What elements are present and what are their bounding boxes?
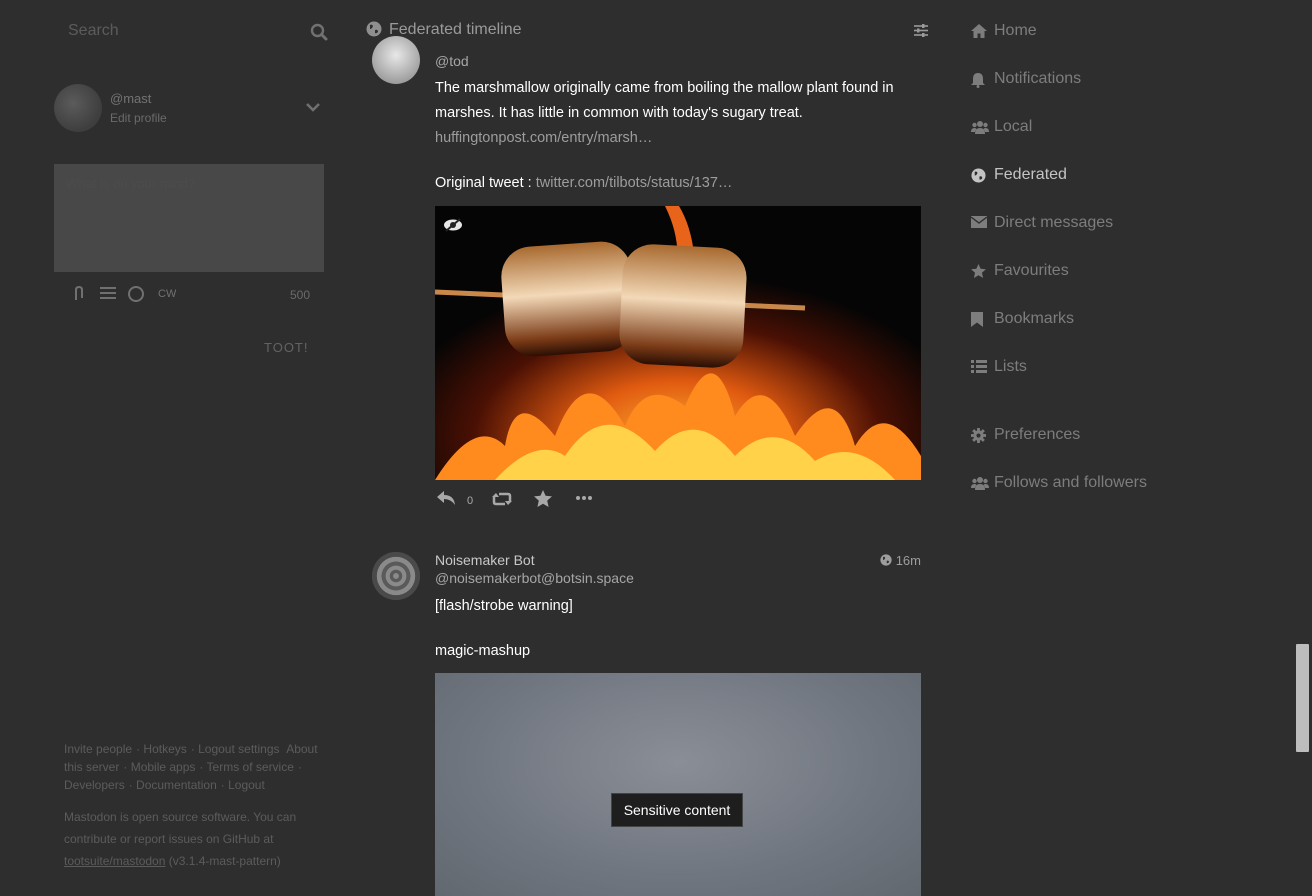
star-icon[interactable]	[534, 490, 552, 507]
globe-icon	[971, 168, 986, 183]
boost-icon[interactable]	[492, 492, 512, 506]
nav-item-label: Bookmarks	[994, 310, 1075, 327]
compose-toolbar: CW 500	[54, 284, 324, 306]
footer-link[interactable]: Logout	[228, 778, 265, 792]
character-counter: 500	[289, 288, 310, 302]
nav-item-local[interactable]: Local	[968, 116, 1228, 140]
envelope-icon	[971, 216, 987, 228]
bookmark-icon	[971, 312, 983, 327]
status-time[interactable]: 16m	[880, 553, 921, 568]
chevron-down-icon[interactable]	[306, 102, 320, 112]
svg-text:CW: CW	[158, 288, 176, 300]
users-icon	[971, 120, 989, 134]
edit-profile-link[interactable]: Edit profile	[110, 111, 167, 125]
nav-item-label: Preferences	[994, 426, 1081, 443]
footer-link[interactable]: Terms of service	[207, 760, 294, 774]
status-actions: 0	[435, 490, 635, 512]
footer-links: Invite people · Hotkeys · Logout settings …	[64, 742, 318, 792]
nav-item-direct-messages[interactable]: Direct messages	[968, 212, 1228, 236]
ellipsis-icon[interactable]	[576, 496, 592, 500]
nav-item-preferences[interactable]: Preferences	[968, 424, 1228, 448]
status-card[interactable]: Noisemaker Bot @noisemakerbot@botsin.spa…	[372, 550, 922, 896]
status-account[interactable]: @tod	[435, 53, 469, 69]
nav-item-label: Notifications	[994, 70, 1082, 87]
status-text-line: marshes. It has little in common with to…	[435, 105, 803, 121]
users-icon	[971, 476, 989, 490]
nav-item-home[interactable]: Home	[968, 20, 1228, 44]
version-text: (v3.1.4-mast-pattern)	[168, 854, 281, 868]
nav-item-label: Direct messages	[994, 214, 1114, 231]
nav-item-label: Home	[994, 22, 1037, 39]
footer-link[interactable]: Hotkeys	[143, 742, 186, 756]
avatar[interactable]	[372, 552, 420, 600]
footer-link[interactable]: Invite people	[64, 742, 132, 756]
nav-item-favourites[interactable]: Favourites	[968, 260, 1228, 284]
left-column: @mast Edit profile CW 500 TOOT! Invite p…	[54, 0, 328, 896]
nav-item-label: Local	[994, 118, 1033, 135]
compose-textarea[interactable]	[54, 164, 324, 272]
nav-item-lists[interactable]: Lists	[968, 356, 1228, 380]
reply-count: 0	[467, 495, 474, 507]
footer-note: Mastodon is open source software. You ca…	[64, 806, 324, 872]
globe-icon[interactable]	[128, 286, 144, 302]
column-title: Federated timeline	[389, 21, 522, 38]
nav-item-label: Favourites	[994, 262, 1069, 279]
globe-icon	[880, 554, 892, 566]
eye-slash-icon[interactable]	[443, 218, 463, 232]
original-tweet-label: Original tweet :	[435, 175, 532, 191]
search-bar	[54, 14, 330, 48]
search-icon[interactable]	[310, 23, 328, 41]
status-text-line: magic-mashup	[435, 643, 531, 659]
status-link[interactable]: huffingtonpost.com/entry/marsh…	[435, 126, 915, 151]
account-handle[interactable]: @mast	[110, 91, 151, 106]
nav-item-label: Federated	[994, 166, 1067, 183]
nav-item-follows-and-followers[interactable]: Follows and followers	[968, 472, 1228, 496]
toot-button[interactable]: TOOT!	[264, 340, 308, 355]
original-tweet-link[interactable]: twitter.com/tilbots/status/137…	[536, 175, 733, 191]
status-content: The marshmallow originally came from boi…	[435, 76, 915, 196]
content-warning-icon[interactable]: CW	[158, 286, 176, 300]
status-content: [flash/strobe warning] magic-mashup	[435, 594, 915, 664]
star-icon	[971, 264, 986, 278]
sliders-icon[interactable]	[914, 24, 928, 37]
column-header: Federated timeline	[366, 18, 932, 46]
nav-item-federated[interactable]: Federated	[968, 164, 1228, 188]
footer-note-text: Mastodon is open source software. You ca…	[64, 810, 297, 846]
search-input[interactable]	[54, 14, 308, 48]
reply-icon[interactable]	[436, 490, 456, 506]
account-panel: @mast Edit profile	[54, 84, 324, 134]
status-text-line: [flash/strobe warning]	[435, 598, 573, 614]
status-time-text: 16m	[895, 553, 921, 568]
poll-icon[interactable]	[100, 286, 116, 300]
status-account[interactable]: @noisemakerbot@botsin.space	[435, 570, 634, 586]
footer-link[interactable]: Documentation	[136, 778, 217, 792]
list-icon	[971, 360, 987, 373]
avatar[interactable]	[54, 84, 102, 132]
sensitive-media[interactable]: Sensitive content	[435, 673, 921, 896]
github-link[interactable]: tootsuite/mastodon	[64, 854, 165, 868]
paperclip-icon[interactable]	[72, 286, 86, 302]
compose-box	[54, 164, 324, 272]
gear-icon	[971, 428, 986, 443]
nav-item-notifications[interactable]: Notifications	[968, 68, 1228, 92]
nav-item-bookmarks[interactable]: Bookmarks	[968, 308, 1228, 332]
home-icon	[971, 24, 987, 38]
globe-icon	[366, 21, 382, 37]
sensitive-content-button[interactable]: Sensitive content	[611, 793, 743, 827]
footer-link[interactable]: Mobile apps	[131, 760, 196, 774]
footer-link[interactable]: Logout settings	[198, 742, 279, 756]
status-card[interactable]: @tod The marshmallow originally came fro…	[372, 36, 922, 516]
nav-item-label: Lists	[994, 358, 1027, 375]
nav-item-label: Follows and followers	[994, 474, 1147, 491]
media-image[interactable]	[435, 206, 921, 480]
status-text-line: The marshmallow originally came from boi…	[435, 80, 894, 96]
footer-link[interactable]: Developers	[64, 778, 125, 792]
status-display-name[interactable]: Noisemaker Bot	[435, 552, 535, 568]
scrollbar-thumb[interactable]	[1296, 644, 1309, 752]
avatar[interactable]	[372, 36, 420, 84]
bell-icon	[971, 72, 985, 88]
